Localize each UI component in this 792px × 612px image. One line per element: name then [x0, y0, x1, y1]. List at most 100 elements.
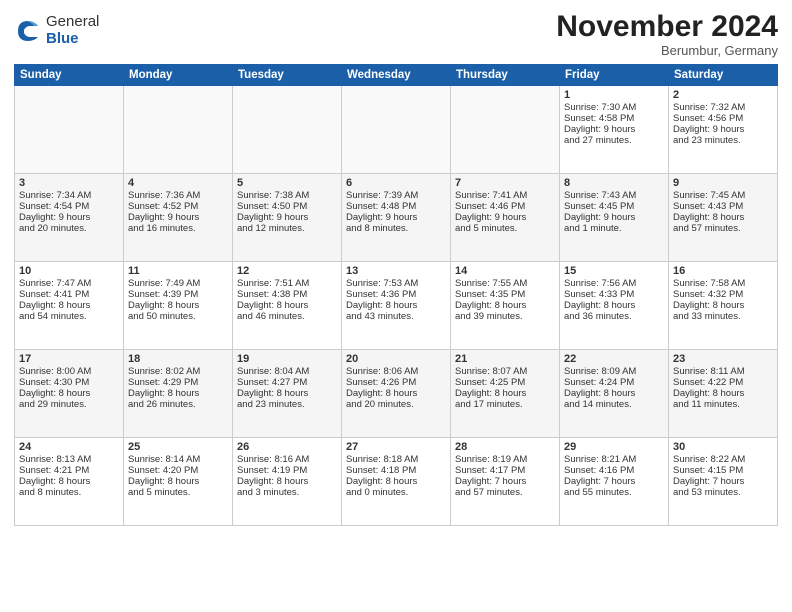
day-number: 14 [455, 265, 555, 277]
table-row: 24Sunrise: 8:13 AMSunset: 4:21 PMDayligh… [15, 438, 124, 526]
day-number: 10 [19, 265, 119, 277]
table-row: 5Sunrise: 7:38 AMSunset: 4:50 PMDaylight… [233, 174, 342, 262]
day-info-line: Daylight: 8 hours [564, 300, 664, 311]
day-info-line: and 54 minutes. [19, 311, 119, 322]
col-thursday: Thursday [451, 65, 560, 86]
day-info-line: Sunset: 4:33 PM [564, 289, 664, 300]
day-info-line: Sunrise: 7:43 AM [564, 190, 664, 201]
day-info-line: and 5 minutes. [455, 223, 555, 234]
day-info-line: and 16 minutes. [128, 223, 228, 234]
title-block: November 2024 Berumbur, Germany [556, 10, 778, 58]
day-info-line: Sunset: 4:30 PM [19, 377, 119, 388]
day-info-line: Sunrise: 7:34 AM [19, 190, 119, 201]
day-info-line: Sunrise: 8:22 AM [673, 454, 773, 465]
location: Berumbur, Germany [556, 43, 778, 58]
day-number: 18 [128, 353, 228, 365]
day-info-line: Daylight: 8 hours [346, 476, 446, 487]
day-number: 21 [455, 353, 555, 365]
day-info-line: Daylight: 8 hours [455, 388, 555, 399]
table-row: 30Sunrise: 8:22 AMSunset: 4:15 PMDayligh… [669, 438, 778, 526]
day-info-line: and 12 minutes. [237, 223, 337, 234]
day-info-line: Sunset: 4:25 PM [455, 377, 555, 388]
day-info-line: Sunrise: 8:06 AM [346, 366, 446, 377]
table-row: 25Sunrise: 8:14 AMSunset: 4:20 PMDayligh… [124, 438, 233, 526]
day-info-line: Sunrise: 7:30 AM [564, 102, 664, 113]
day-number: 26 [237, 441, 337, 453]
calendar-header-row: Sunday Monday Tuesday Wednesday Thursday… [15, 65, 778, 86]
day-info-line: Daylight: 8 hours [673, 388, 773, 399]
day-info-line: Sunrise: 7:38 AM [237, 190, 337, 201]
day-info-line: Sunrise: 7:56 AM [564, 278, 664, 289]
day-info-line: Sunset: 4:58 PM [564, 113, 664, 124]
day-info-line: Daylight: 9 hours [564, 124, 664, 135]
col-sunday: Sunday [15, 65, 124, 86]
day-info-line: and 20 minutes. [346, 399, 446, 410]
day-info-line: Sunrise: 7:45 AM [673, 190, 773, 201]
table-row: 21Sunrise: 8:07 AMSunset: 4:25 PMDayligh… [451, 350, 560, 438]
day-info-line: Sunrise: 8:18 AM [346, 454, 446, 465]
day-info-line: Sunrise: 7:39 AM [346, 190, 446, 201]
day-info-line: and 55 minutes. [564, 487, 664, 498]
day-info-line: Sunset: 4:43 PM [673, 201, 773, 212]
day-number: 17 [19, 353, 119, 365]
table-row [451, 86, 560, 174]
calendar-week-row: 24Sunrise: 8:13 AMSunset: 4:21 PMDayligh… [15, 438, 778, 526]
day-info-line: Sunset: 4:17 PM [455, 465, 555, 476]
logo-blue-label: Blue [46, 31, 99, 48]
day-info-line: Daylight: 8 hours [128, 388, 228, 399]
day-info-line: and 46 minutes. [237, 311, 337, 322]
day-number: 29 [564, 441, 664, 453]
day-info-line: Sunset: 4:26 PM [346, 377, 446, 388]
day-info-line: Sunrise: 8:13 AM [19, 454, 119, 465]
day-info-line: Daylight: 8 hours [346, 300, 446, 311]
day-info-line: and 1 minute. [564, 223, 664, 234]
day-info-line: Daylight: 8 hours [128, 300, 228, 311]
day-info-line: Sunset: 4:20 PM [128, 465, 228, 476]
logo-general-label: General [46, 14, 99, 31]
day-info-line: Daylight: 9 hours [455, 212, 555, 223]
day-info-line: Sunrise: 7:55 AM [455, 278, 555, 289]
table-row: 22Sunrise: 8:09 AMSunset: 4:24 PMDayligh… [560, 350, 669, 438]
day-info-line: Daylight: 8 hours [455, 300, 555, 311]
day-info-line: and 33 minutes. [673, 311, 773, 322]
day-info-line: Daylight: 8 hours [237, 388, 337, 399]
col-wednesday: Wednesday [342, 65, 451, 86]
day-number: 8 [564, 177, 664, 189]
day-info-line: Daylight: 7 hours [455, 476, 555, 487]
day-info-line: and 23 minutes. [673, 135, 773, 146]
day-number: 12 [237, 265, 337, 277]
day-info-line: Daylight: 8 hours [237, 300, 337, 311]
day-info-line: Sunrise: 8:16 AM [237, 454, 337, 465]
day-info-line: Daylight: 7 hours [564, 476, 664, 487]
day-info-line: and 26 minutes. [128, 399, 228, 410]
table-row: 18Sunrise: 8:02 AMSunset: 4:29 PMDayligh… [124, 350, 233, 438]
day-info-line: and 3 minutes. [237, 487, 337, 498]
day-info-line: Daylight: 8 hours [128, 476, 228, 487]
day-info-line: Sunrise: 8:02 AM [128, 366, 228, 377]
day-info-line: Daylight: 8 hours [673, 212, 773, 223]
logo-text: General Blue [46, 14, 99, 47]
page: General Blue November 2024 Berumbur, Ger… [0, 0, 792, 612]
day-info-line: and 5 minutes. [128, 487, 228, 498]
day-info-line: Daylight: 7 hours [673, 476, 773, 487]
day-info-line: Sunset: 4:39 PM [128, 289, 228, 300]
table-row: 28Sunrise: 8:19 AMSunset: 4:17 PMDayligh… [451, 438, 560, 526]
day-info-line: Daylight: 9 hours [346, 212, 446, 223]
table-row [15, 86, 124, 174]
table-row: 16Sunrise: 7:58 AMSunset: 4:32 PMDayligh… [669, 262, 778, 350]
day-info-line: Daylight: 8 hours [346, 388, 446, 399]
day-info-line: Sunrise: 8:19 AM [455, 454, 555, 465]
day-info-line: Sunrise: 7:47 AM [19, 278, 119, 289]
day-info-line: Sunrise: 7:32 AM [673, 102, 773, 113]
day-info-line: Sunset: 4:22 PM [673, 377, 773, 388]
day-info-line: Sunset: 4:48 PM [346, 201, 446, 212]
calendar-week-row: 10Sunrise: 7:47 AMSunset: 4:41 PMDayligh… [15, 262, 778, 350]
day-info-line: Sunrise: 7:36 AM [128, 190, 228, 201]
day-info-line: Daylight: 8 hours [19, 300, 119, 311]
day-number: 7 [455, 177, 555, 189]
day-info-line: Sunset: 4:27 PM [237, 377, 337, 388]
day-info-line: Daylight: 8 hours [564, 388, 664, 399]
day-info-line: and 23 minutes. [237, 399, 337, 410]
day-info-line: Sunset: 4:24 PM [564, 377, 664, 388]
day-number: 19 [237, 353, 337, 365]
